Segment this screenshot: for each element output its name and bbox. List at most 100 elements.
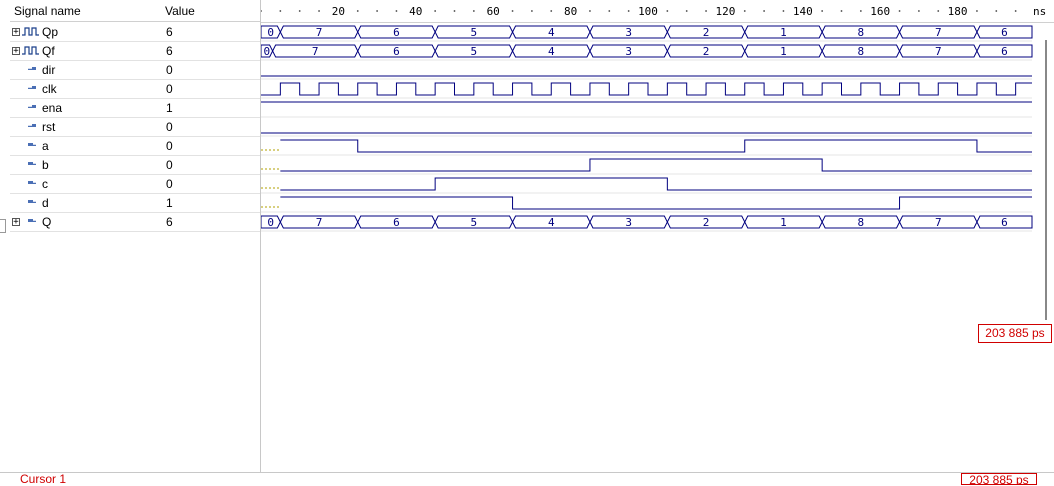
- expand-toggle-icon[interactable]: +: [12, 218, 20, 227]
- signal-name: d: [42, 196, 49, 210]
- bus-value-label: 2: [703, 216, 710, 229]
- bus-value-label: 7: [935, 26, 942, 39]
- signal-row-c[interactable]: c: [10, 175, 160, 194]
- ruler-tick-label: 160: [870, 5, 890, 18]
- input-pin-icon: [28, 67, 36, 70]
- ruler-dot: [1014, 10, 1017, 12]
- value-header[interactable]: Value: [160, 0, 260, 22]
- bus-value-label: 5: [471, 216, 478, 229]
- ruler-dot: [453, 10, 456, 12]
- signal-row-a[interactable]: a: [10, 137, 160, 156]
- ruler-dot: [918, 10, 920, 12]
- signal-row-ena[interactable]: ena: [10, 99, 160, 118]
- signal-value: 0: [160, 175, 260, 194]
- bus-value-label: 7: [312, 45, 319, 58]
- bit-wave-c[interactable]: [261, 177, 1032, 191]
- ruler-dot: [995, 10, 998, 12]
- signal-name: Q: [42, 215, 52, 229]
- signal-value: 1: [160, 99, 260, 118]
- output-pin-icon: [28, 200, 36, 203]
- signal-name: clk: [42, 82, 57, 96]
- time-ruler[interactable]: 20 40 60 80 100 120 140 160 180 ns: [261, 0, 1054, 23]
- bus-value-label: 4: [548, 45, 555, 58]
- input-pin-icon: [28, 105, 36, 108]
- signal-name: ena: [42, 101, 63, 115]
- cursor-name[interactable]: Cursor 1: [20, 473, 66, 485]
- bus-value-label: 3: [625, 216, 632, 229]
- output-pin-icon: [28, 162, 36, 165]
- signal-row-b[interactable]: b: [10, 156, 160, 175]
- bus-value-label: 7: [316, 216, 323, 229]
- signal-value: 0: [160, 80, 260, 99]
- vertical-scrollbar[interactable]: [1045, 40, 1047, 320]
- ruler-dot: [376, 10, 378, 12]
- clock-wave[interactable]: [261, 82, 1032, 96]
- clock-trace: [261, 82, 1032, 96]
- bit-trace: [280, 196, 1032, 210]
- ruler-dot: [666, 10, 669, 12]
- ruler-dot: [472, 10, 475, 12]
- signal-row-qf[interactable]: + Qf: [10, 42, 160, 61]
- ruler-dot: [550, 10, 553, 12]
- bit-wave-a[interactable]: [261, 139, 1032, 153]
- waveform-area[interactable]: 0 7 6 5 4 3 2 1 8 7 6 0 7 6 5 4 3 2 1 8 7 6 0 7 6 5 4 3 2 1 8 7 6: [261, 22, 1054, 472]
- output-pin-icon: [28, 143, 36, 146]
- bus-value-label: 8: [858, 216, 865, 229]
- bit-trace: [280, 177, 1032, 191]
- bit-wave-b[interactable]: [261, 158, 1032, 172]
- expand-toggle-icon[interactable]: +: [12, 28, 20, 37]
- bit-trace: [280, 139, 1032, 153]
- splitter-handle[interactable]: [0, 219, 6, 233]
- ruler-dot: [898, 10, 901, 12]
- input-pin-icon: [28, 124, 36, 127]
- signal-value: 0: [160, 137, 260, 156]
- signal-name: Qp: [42, 25, 59, 39]
- signal-row-q[interactable]: + Q: [10, 213, 160, 232]
- ruler-dot: [763, 10, 765, 12]
- bus-value-label: 2: [703, 26, 710, 39]
- bus-value-label: 6: [393, 26, 400, 39]
- signal-name-header[interactable]: Signal name: [10, 0, 160, 22]
- ruler-dot: [705, 10, 707, 12]
- bus-wave-qf[interactable]: 0 7 6 5 4 3 2 1 8 7 6: [261, 44, 1033, 58]
- bus-wave-q[interactable]: 0 7 6 5 4 3 2 1 8 7 6: [261, 215, 1033, 229]
- ruler-dot: [261, 10, 262, 12]
- bus-value-label: 1: [780, 26, 787, 39]
- signal-row-rst[interactable]: rst: [10, 118, 160, 137]
- signal-value: 0: [160, 61, 260, 80]
- input-pin-icon: [28, 86, 36, 89]
- ruler-dot: [821, 10, 824, 12]
- bus-value-label: 7: [316, 26, 323, 39]
- ruler-tick-label: 180: [948, 5, 968, 18]
- bus-value-label: 5: [471, 45, 478, 58]
- ruler-dot: [395, 10, 398, 12]
- bus-value-label: 1: [780, 216, 787, 229]
- ruler-dot: [937, 10, 940, 12]
- ruler-dot: [356, 10, 359, 12]
- ruler-dot: [434, 10, 437, 12]
- output-pin-icon: [28, 219, 36, 222]
- bus-wave-qp[interactable]: 0 7 6 5 4 3 2 1 8 7 6: [261, 25, 1033, 39]
- signal-row-dir[interactable]: dir: [10, 61, 160, 80]
- ruler-dot: [976, 10, 978, 12]
- output-pin-icon: [28, 181, 36, 184]
- cursor-time-label[interactable]: 203 885 ps: [978, 324, 1052, 343]
- signal-name: a: [42, 139, 49, 153]
- ruler-dot: [589, 10, 591, 12]
- bit-wave-d[interactable]: [261, 196, 1032, 210]
- bus-value-label: 6: [393, 216, 400, 229]
- expand-toggle-icon[interactable]: +: [12, 47, 20, 56]
- signal-value: 6: [160, 42, 260, 61]
- bus-value-label: 7: [935, 216, 942, 229]
- signal-name: rst: [42, 120, 56, 134]
- signal-row-qp[interactable]: + Qp: [10, 23, 160, 42]
- signal-row-clk[interactable]: clk: [10, 80, 160, 99]
- bus-value-label: 8: [858, 26, 865, 39]
- ruler-tick-label: 20: [332, 5, 345, 18]
- signal-row-d[interactable]: d: [10, 194, 160, 213]
- bus-value-label: 6: [1001, 45, 1008, 58]
- signal-name: b: [42, 158, 49, 172]
- signal-value: 1: [160, 194, 260, 213]
- bus-value-label: 0: [267, 216, 274, 229]
- cursor-bottom-time[interactable]: 203 885 ps: [961, 473, 1037, 485]
